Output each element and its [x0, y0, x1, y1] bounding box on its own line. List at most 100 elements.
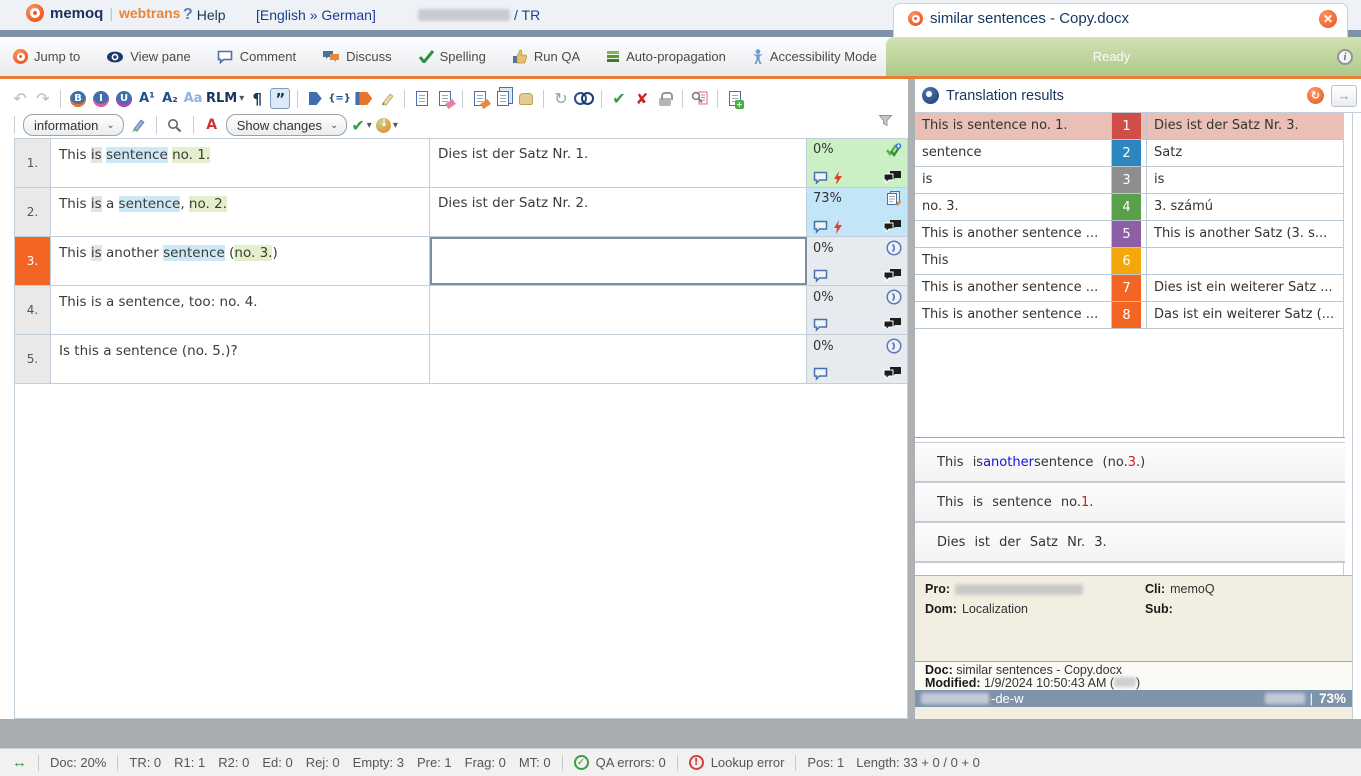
grab-document-button[interactable] [516, 88, 536, 109]
font-substitution-button[interactable]: A [202, 115, 222, 136]
comment-bubble-icon[interactable] [813, 171, 830, 185]
ribbon-comment[interactable]: Comment [204, 37, 309, 76]
result-source: sentence [915, 140, 1112, 166]
target-cell[interactable]: Dies ist der Satz Nr. 1. [430, 139, 807, 187]
filter-funnel-button[interactable] [878, 114, 893, 132]
highlighter-button[interactable] [128, 115, 148, 136]
result-row[interactable]: This is another sentence ...5This is ano… [915, 221, 1361, 248]
source-cell[interactable]: This is another sentence (no. 3.) [51, 237, 430, 285]
ribbon-run-qa[interactable]: Run QA [499, 37, 593, 76]
target-cell[interactable]: Dies ist der Satz Nr. 2. [430, 188, 807, 236]
discussion-icon[interactable] [883, 366, 902, 381]
pro-label: Pro: [925, 582, 950, 596]
pilcrow-button[interactable]: ¶ [247, 88, 267, 109]
results-refresh-button[interactable]: ↻ [1307, 87, 1324, 104]
segment-number[interactable]: 2. [15, 188, 51, 236]
bold-button[interactable]: B [68, 88, 88, 109]
copy-source-button[interactable] [470, 88, 490, 109]
insert-empty-tag-button[interactable]: {=} [328, 88, 351, 109]
confirm-dropdown-button[interactable]: ✔▾ [351, 115, 371, 136]
add-term-icon: + [729, 91, 741, 106]
confirm-button[interactable]: ✔ [609, 88, 629, 109]
document-tab[interactable]: similar sentences - Copy.docx ✕ [893, 3, 1348, 37]
target-cell[interactable] [430, 237, 807, 285]
sub-label: Sub: [1145, 602, 1173, 616]
eraser-document-button[interactable] [435, 88, 455, 109]
result-row[interactable]: is3is [915, 167, 1361, 194]
segment-status-cell[interactable]: 0% [807, 139, 907, 187]
comment-bubble-icon[interactable] [813, 318, 830, 332]
segment-row: 5.Is this a sentence (no. 5.)? 0% [15, 335, 907, 384]
ribbon-view-pane[interactable]: View pane [93, 37, 203, 76]
underline-button[interactable]: U [114, 88, 134, 109]
subscript-button[interactable]: A₂ [160, 88, 180, 109]
target-cell[interactable] [430, 335, 807, 383]
refresh-button[interactable]: ↻ [551, 88, 571, 109]
result-row[interactable]: This is another sentence ...7Dies ist ei… [915, 275, 1361, 302]
pretranslate-dropdown-button[interactable]: ▾ [376, 115, 398, 136]
source-cell[interactable]: This is a sentence, no. 2. [51, 188, 430, 236]
help-link[interactable]: ? Help [183, 6, 226, 24]
auto-propagation-icon [606, 50, 620, 63]
rlm-dropdown[interactable]: RLM▾ [206, 88, 244, 109]
source-cell[interactable]: This is sentence no. 1. [51, 139, 430, 187]
segment-status-cell[interactable]: 0% [807, 237, 907, 285]
insert-tag-button[interactable] [305, 88, 325, 109]
superscript-button[interactable]: A¹ [137, 88, 157, 109]
row-filter-dropdown[interactable]: information⌄ [23, 114, 124, 136]
compare-line: Dies ist der Satz Nr. 3. [915, 523, 1345, 563]
discussion-icon[interactable] [883, 170, 902, 185]
discussion-icon[interactable] [883, 317, 902, 332]
edit-tag-button[interactable] [377, 88, 397, 109]
concordance-button[interactable] [574, 88, 594, 109]
italic-button[interactable]: I [91, 88, 111, 109]
info-icon[interactable]: i [1337, 49, 1353, 65]
segment-number[interactable]: 5. [15, 335, 51, 383]
discussion-icon[interactable] [883, 268, 902, 283]
redo-button[interactable]: ↷ [33, 88, 53, 109]
pane-divider[interactable] [908, 79, 915, 748]
segment-number[interactable]: 1. [15, 139, 51, 187]
status-strip: Ready i [886, 37, 1361, 76]
search-button[interactable] [165, 115, 185, 136]
ribbon-discuss[interactable]: Discuss [309, 37, 405, 76]
results-insert-button[interactable]: → [1331, 85, 1357, 107]
comment-bubble-icon[interactable] [813, 367, 830, 381]
expand-toggle-icon[interactable]: ↔ [12, 754, 27, 771]
ribbon-spelling[interactable]: Spelling [405, 37, 499, 76]
source-cell[interactable]: Is this a sentence (no. 5.)? [51, 335, 430, 383]
result-row[interactable]: This is sentence no. 1.1Dies ist der Sat… [915, 113, 1361, 140]
quotes-button[interactable]: ” [270, 88, 290, 109]
result-row[interactable]: This6 [915, 248, 1361, 275]
lock-segment-button[interactable] [655, 88, 675, 109]
reject-button[interactable]: ✘ [632, 88, 652, 109]
copy-documents-button[interactable] [493, 88, 513, 109]
change-case-button[interactable]: Aa [183, 88, 203, 109]
result-row[interactable]: This is another sentence ...8Das ist ein… [915, 302, 1361, 329]
source-cell[interactable]: This is a sentence, too: no. 4. [51, 286, 430, 334]
user-suffix: / TR [514, 7, 540, 23]
checklist-document-button[interactable] [412, 88, 432, 109]
ribbon-jump-to[interactable]: Jump to [0, 37, 93, 76]
segment-status-cell[interactable]: 0% [807, 335, 907, 383]
dom-label: Dom: [925, 602, 957, 616]
segment-number[interactable]: 4. [15, 286, 51, 334]
show-changes-dropdown[interactable]: Show changes⌄ [226, 114, 348, 136]
discussion-icon[interactable] [883, 219, 902, 234]
comment-bubble-icon[interactable] [813, 220, 830, 234]
segment-number[interactable]: 3. [15, 237, 51, 285]
ribbon-accessibility-mode[interactable]: Accessibility Mode [739, 37, 890, 76]
find-term-button[interactable] [690, 88, 710, 109]
insert-tag-pair-button[interactable] [354, 88, 374, 109]
ribbon-auto-propagation[interactable]: Auto-propagation [593, 37, 739, 76]
segment-length: Length: 33 + 0 / 0 + 0 [856, 755, 980, 770]
result-row[interactable]: no. 3.43. számú [915, 194, 1361, 221]
close-document-button[interactable]: ✕ [1319, 10, 1337, 28]
segment-status-cell[interactable]: 0% [807, 286, 907, 334]
undo-button[interactable]: ↶ [10, 88, 30, 109]
segment-status-cell[interactable]: 73% [807, 188, 907, 236]
comment-bubble-icon[interactable] [813, 269, 830, 283]
add-term-button[interactable]: + [725, 88, 745, 109]
target-cell[interactable] [430, 286, 807, 334]
result-row[interactable]: sentence2Satz [915, 140, 1361, 167]
